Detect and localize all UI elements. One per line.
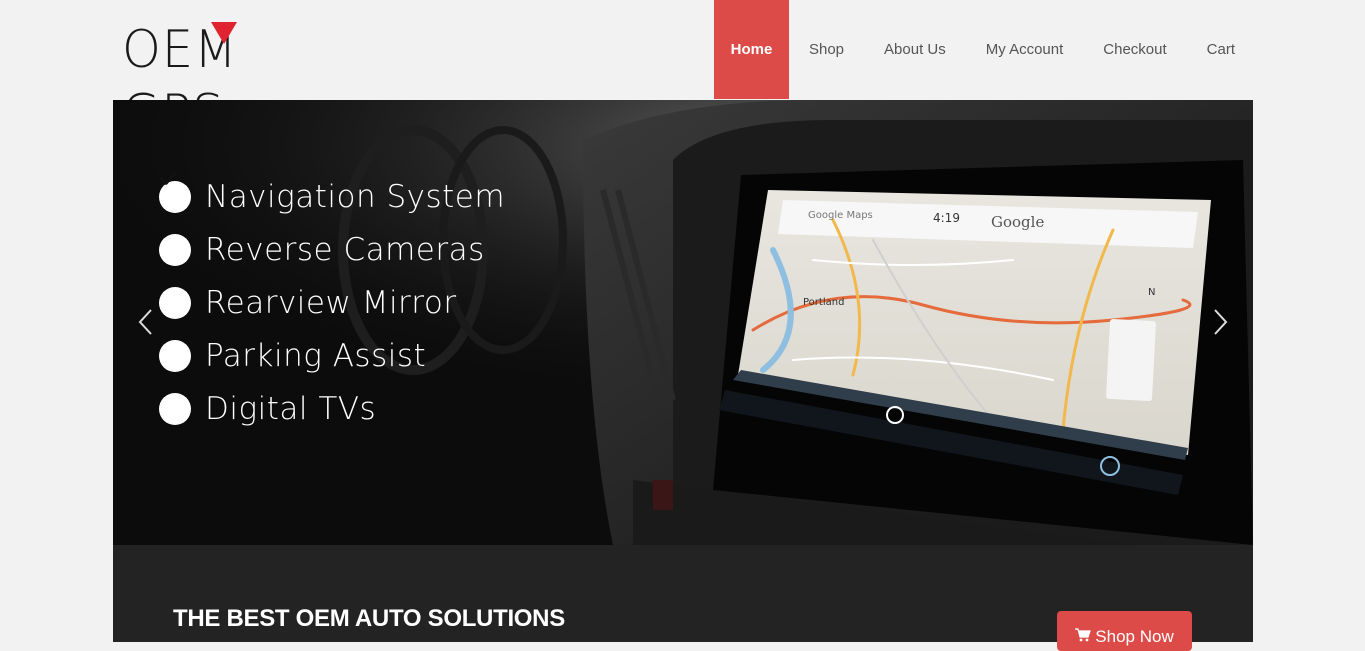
cart-icon — [1075, 627, 1092, 647]
logo-triangle-icon — [211, 22, 237, 44]
feature-label: Navigation System — [205, 178, 506, 215]
feature-list: Navigation System Reverse Cameras Rearvi… — [159, 170, 505, 435]
feature-label: Rearview Mirror — [205, 284, 457, 321]
screen-compass: N — [1148, 287, 1155, 298]
feature-item: Digital TVs — [159, 171, 505, 435]
promo-title: THE BEST OEM AUTO SOLUTIONS — [173, 605, 565, 632]
site-logo[interactable]: OEM GPS — [122, 18, 367, 144]
hero-slider: Google Maps 4:19 Google Portland N Navig… — [113, 100, 1253, 545]
promo-band: THE BEST OEM AUTO SOLUTIONS Shop Now — [113, 545, 1253, 651]
main-nav: Home Shop About Us My Account Checkout C… — [713, 0, 1255, 99]
nav-item-my-account[interactable]: My Account — [966, 0, 1084, 99]
feature-item: Parking Assist — [159, 171, 505, 382]
shop-now-label: Shop Now — [1095, 627, 1174, 646]
nav-item-about-us[interactable]: About Us — [864, 0, 966, 99]
checkmark-icon — [159, 171, 191, 319]
screen-city-label: Portland — [803, 297, 844, 308]
shop-now-button[interactable]: Shop Now — [1057, 611, 1192, 651]
chevron-left-icon[interactable] — [131, 307, 161, 337]
screen-time: 4:19 — [933, 211, 960, 225]
nav-item-cart[interactable]: Cart — [1187, 0, 1255, 99]
feature-item: Rearview Mirror — [159, 171, 505, 329]
checkmark-icon — [159, 171, 191, 372]
feature-item: Reverse Cameras — [159, 171, 505, 276]
screen-search-brand: Google — [991, 213, 1044, 231]
site-header: OEM GPS Home Shop About Us My Account Ch… — [0, 0, 1365, 144]
nav-item-checkout[interactable]: Checkout — [1083, 0, 1186, 99]
screen-app-name: Google Maps — [808, 210, 873, 221]
feature-label: Reverse Cameras — [205, 231, 485, 268]
nav-item-home[interactable]: Home — [713, 0, 789, 99]
checkmark-icon — [159, 171, 191, 425]
feature-label: Parking Assist — [205, 337, 427, 374]
feature-label: Digital TVs — [205, 390, 377, 427]
checkmark-icon — [159, 171, 191, 266]
nav-item-shop[interactable]: Shop — [789, 0, 864, 99]
feature-item: Navigation System — [159, 170, 505, 223]
chevron-right-icon[interactable] — [1205, 307, 1235, 337]
